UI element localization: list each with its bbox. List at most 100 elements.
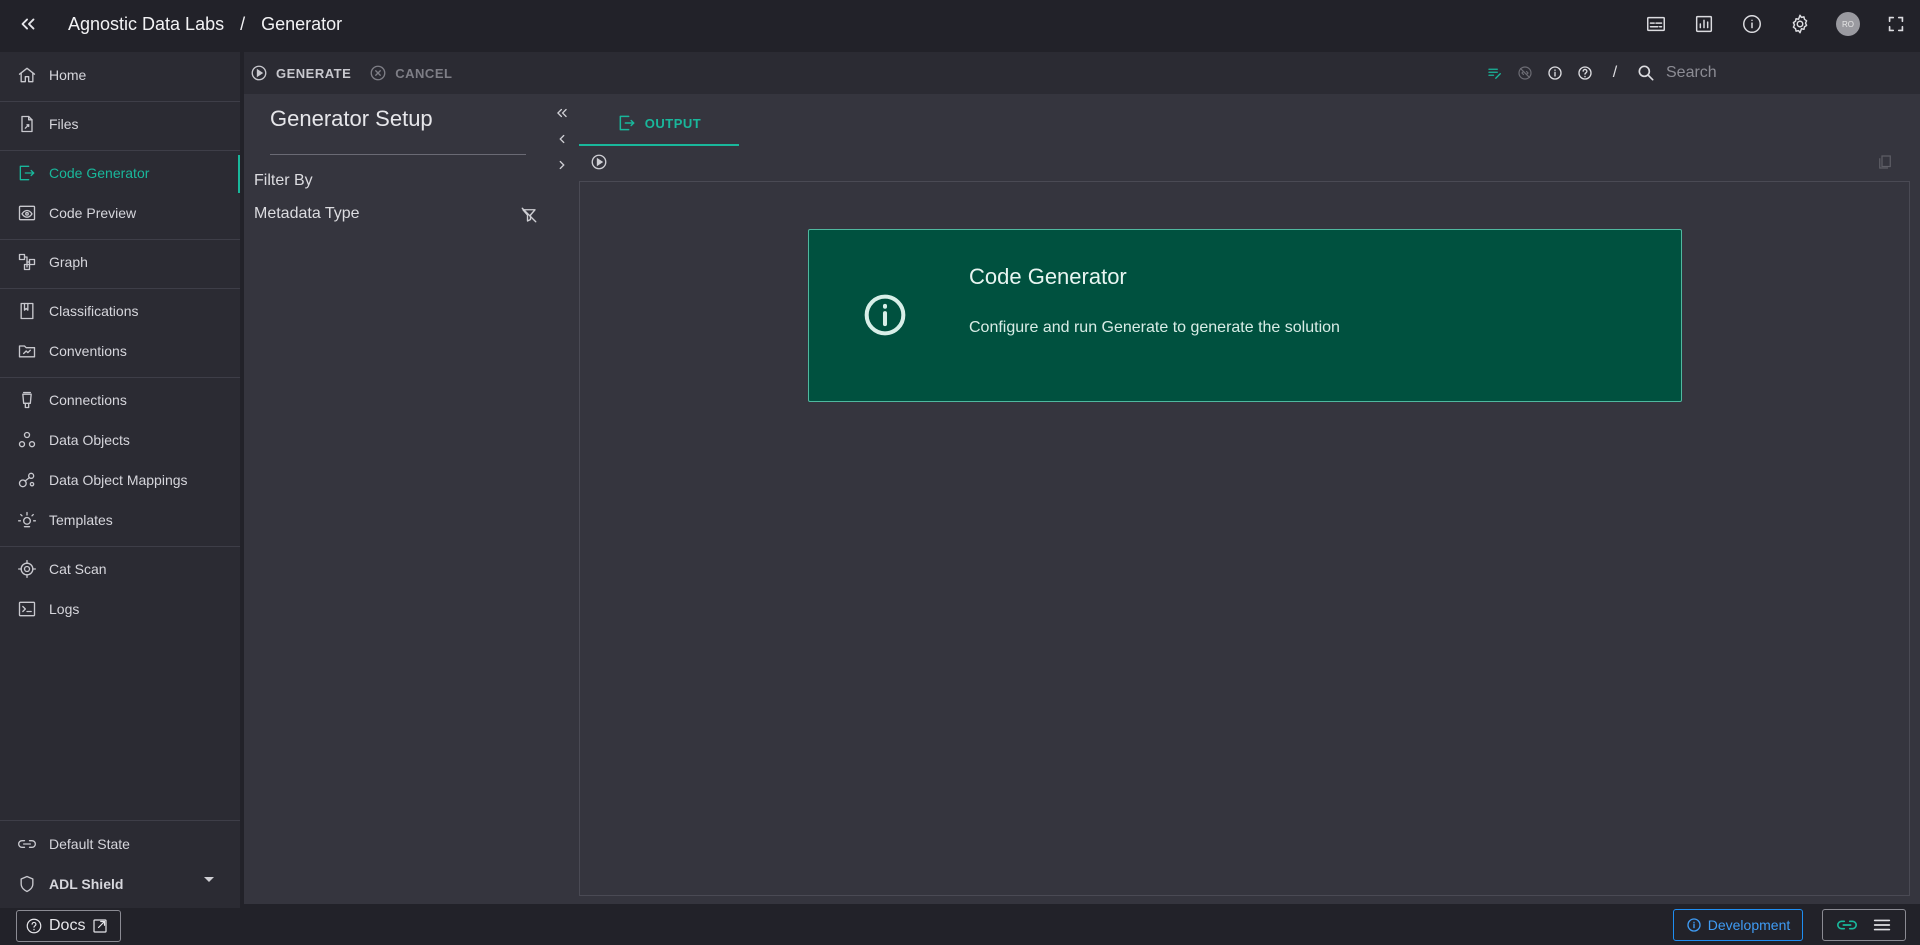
output-icon bbox=[617, 113, 637, 133]
sidebar-item-templates[interactable]: Templates bbox=[0, 500, 240, 540]
default-state-label: Default State bbox=[49, 836, 130, 852]
panel-resize-controls bbox=[548, 100, 576, 178]
sidebar-item-label: Files bbox=[49, 116, 79, 132]
chevron-left-icon bbox=[555, 132, 569, 146]
filter-by-label: Filter By bbox=[254, 172, 313, 190]
sidebar-divider bbox=[0, 101, 240, 102]
sidebar-item-label: Graph bbox=[49, 254, 88, 270]
data-objects-icon bbox=[17, 430, 37, 450]
copy-icon bbox=[1876, 153, 1894, 171]
tab-output-label: OUTPUT bbox=[645, 116, 701, 131]
environment-button[interactable]: Development bbox=[1673, 909, 1803, 941]
play-circle-icon bbox=[590, 153, 608, 171]
folder-icon bbox=[17, 341, 37, 361]
docs-label: Docs bbox=[49, 917, 85, 935]
collapse-sidebar-button[interactable] bbox=[0, 0, 56, 48]
collapse-panel-button[interactable] bbox=[548, 100, 576, 126]
default-state-item[interactable]: Default State bbox=[0, 824, 240, 864]
sidebar-item-cat-scan[interactable]: Cat Scan bbox=[0, 549, 240, 589]
eye-icon bbox=[17, 203, 37, 223]
sidebar-item-label: Cat Scan bbox=[49, 561, 107, 577]
home-icon bbox=[17, 65, 37, 85]
link-button[interactable] bbox=[1836, 914, 1858, 936]
sidebar-item-label: Data Object Mappings bbox=[49, 472, 188, 488]
tab-output[interactable]: OUTPUT bbox=[579, 102, 739, 146]
user-avatar-button[interactable]: RO bbox=[1824, 0, 1872, 48]
info-card-message: Configure and run Generate to generate t… bbox=[969, 319, 1340, 337]
copy-output-button[interactable] bbox=[1876, 153, 1894, 171]
graph-icon bbox=[17, 252, 37, 272]
hamburger-menu-icon bbox=[1871, 914, 1893, 936]
sidebar-item-files[interactable]: Files bbox=[0, 104, 240, 144]
gear-icon bbox=[1789, 13, 1811, 35]
breadcrumb-page: Generator bbox=[261, 14, 342, 35]
sidebar-item-label: Connections bbox=[49, 392, 127, 408]
setup-title-underline bbox=[270, 154, 526, 155]
generate-label: GENERATE bbox=[276, 66, 351, 81]
search-input[interactable] bbox=[1666, 64, 1906, 82]
search-icon bbox=[1636, 63, 1656, 83]
cancel-label: CANCEL bbox=[395, 66, 452, 81]
code-off-icon bbox=[1516, 64, 1534, 82]
analytics-button[interactable] bbox=[1680, 0, 1728, 48]
terminal-icon bbox=[17, 599, 37, 619]
shield-selector[interactable]: ADL Shield bbox=[0, 864, 240, 904]
sidebar-item-label: Code Preview bbox=[49, 205, 136, 221]
expand-panel-button[interactable] bbox=[548, 152, 576, 178]
run-output-button[interactable] bbox=[590, 153, 608, 171]
help-button[interactable] bbox=[1570, 64, 1600, 82]
footer-actions bbox=[1822, 909, 1906, 941]
menu-button[interactable] bbox=[1871, 914, 1893, 936]
search-box bbox=[1630, 63, 1920, 83]
sidebar-item-data-object-mappings[interactable]: Data Object Mappings bbox=[0, 460, 240, 500]
info-icon bbox=[1686, 917, 1702, 933]
shield-icon bbox=[17, 874, 37, 894]
subtitles-button[interactable] bbox=[1632, 0, 1680, 48]
double-chevron-left-icon bbox=[555, 106, 569, 120]
file-icon bbox=[17, 114, 37, 134]
cancel-button[interactable]: CANCEL bbox=[369, 64, 452, 82]
details-button[interactable] bbox=[1540, 64, 1570, 82]
sidebar-divider bbox=[0, 546, 240, 547]
sidebar-item-label: Classifications bbox=[49, 303, 138, 319]
info-button[interactable] bbox=[1728, 0, 1776, 48]
sidebar-item-logs[interactable]: Logs bbox=[0, 589, 240, 629]
toolbar-right: / bbox=[1480, 52, 1920, 94]
sidebar-item-graph[interactable]: Graph bbox=[0, 242, 240, 282]
docs-button[interactable]: Docs bbox=[16, 910, 121, 942]
top-bar: Agnostic Data Labs / Generator RO bbox=[0, 0, 1920, 48]
mapping-icon bbox=[17, 470, 37, 490]
breadcrumb: Agnostic Data Labs / Generator bbox=[68, 14, 342, 35]
settings-button[interactable] bbox=[1776, 0, 1824, 48]
subtitles-icon bbox=[1645, 13, 1667, 35]
clear-filter-button[interactable] bbox=[520, 206, 538, 224]
sidebar-divider bbox=[0, 288, 240, 289]
fullscreen-button[interactable] bbox=[1872, 0, 1920, 48]
sidebar-item-connections[interactable]: Connections bbox=[0, 380, 240, 420]
breadcrumb-org[interactable]: Agnostic Data Labs bbox=[68, 14, 224, 35]
sidebar-item-label: Home bbox=[49, 67, 86, 83]
sidebar-item-code-preview[interactable]: Code Preview bbox=[0, 193, 240, 233]
info-icon bbox=[1741, 13, 1763, 35]
setup-title: Generator Setup bbox=[270, 106, 433, 132]
sidebar-item-label: Conventions bbox=[49, 343, 127, 359]
caret-down-icon bbox=[204, 877, 214, 882]
sidebar-item-data-objects[interactable]: Data Objects bbox=[0, 420, 240, 460]
cancel-circle-icon bbox=[369, 64, 387, 82]
sidebar-item-home[interactable]: Home bbox=[0, 55, 240, 95]
code-generator-icon bbox=[17, 163, 37, 183]
sidebar-item-label: Logs bbox=[49, 601, 79, 617]
sidebar: Home Files Code Generator Code Preview G… bbox=[0, 52, 240, 908]
sidebar-item-classifications[interactable]: Classifications bbox=[0, 291, 240, 331]
sidebar-divider bbox=[0, 820, 240, 821]
code-off-button[interactable] bbox=[1510, 64, 1540, 82]
metadata-type-label: Metadata Type bbox=[254, 205, 360, 223]
generator-setup-panel: Generator Setup Filter By Metadata Type bbox=[248, 94, 544, 900]
sidebar-item-code-generator[interactable]: Code Generator bbox=[0, 153, 240, 193]
shrink-panel-button[interactable] bbox=[548, 126, 576, 152]
bar-chart-icon bbox=[1693, 13, 1715, 35]
info-icon bbox=[1546, 64, 1564, 82]
format-button[interactable] bbox=[1480, 64, 1510, 82]
generate-button[interactable]: GENERATE bbox=[250, 64, 351, 82]
sidebar-item-conventions[interactable]: Conventions bbox=[0, 331, 240, 371]
